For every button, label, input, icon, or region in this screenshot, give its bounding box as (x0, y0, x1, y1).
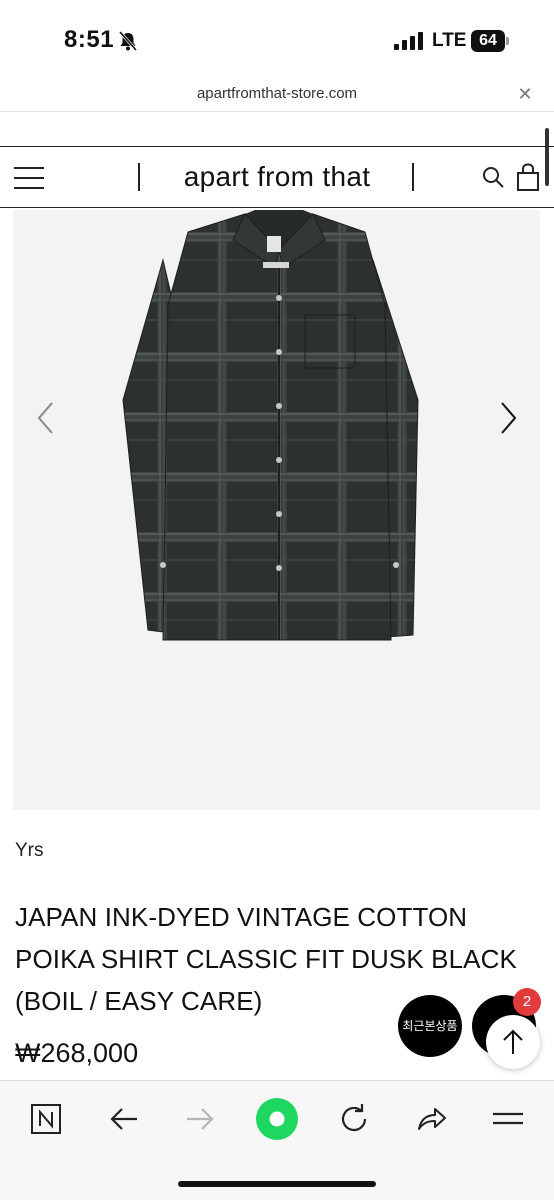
back-arrow-icon[interactable] (104, 1099, 144, 1139)
scroll-top-button[interactable] (486, 1015, 540, 1069)
shirt-photo (122, 210, 419, 641)
product-title: JAPAN INK-DYED VINTAGE COTTON POIKA SHIR… (15, 902, 517, 1016)
shopping-bag-icon[interactable] (516, 163, 540, 191)
search-icon[interactable] (481, 165, 505, 189)
battery-icon: 64 (471, 30, 509, 52)
url-text[interactable]: apartfromthat-store.com (0, 85, 554, 102)
home-indicator[interactable] (178, 1181, 376, 1187)
arrow-right-icon[interactable] (496, 400, 520, 436)
site-logo[interactable]: apart from that (150, 161, 404, 193)
forward-arrow-icon[interactable] (180, 1099, 220, 1139)
product-price: ₩268,000 (15, 1038, 139, 1068)
product-brand[interactable]: Yrs (15, 840, 44, 862)
recently-viewed-button[interactable]: 최근본상품 (398, 995, 462, 1057)
status-time: 8:51 (64, 26, 115, 53)
arrow-up-icon (503, 1029, 523, 1054)
site-header: apart from that (0, 146, 554, 208)
share-icon[interactable] (411, 1099, 451, 1139)
battery-level: 64 (471, 30, 505, 52)
url-bar[interactable]: apartfromthat-store.com ✕ (0, 80, 554, 112)
close-icon[interactable]: ✕ (515, 84, 535, 104)
reload-icon[interactable] (334, 1099, 374, 1139)
menu-lines-icon[interactable] (488, 1099, 528, 1139)
hamburger-menu-icon[interactable] (14, 167, 44, 189)
product-image[interactable] (13, 210, 540, 810)
header-divider (138, 163, 140, 191)
signal-icon (394, 32, 423, 50)
notification-badge: 2 (513, 988, 541, 1016)
status-bar: 8:51 LTE 64 (0, 0, 554, 84)
network-label: LTE (432, 30, 467, 51)
naver-n-icon[interactable] (26, 1099, 66, 1139)
header-divider (412, 163, 414, 191)
arrow-left-icon[interactable] (34, 400, 58, 436)
bell-muted-icon (118, 31, 138, 51)
green-dot-icon[interactable] (255, 1097, 299, 1141)
